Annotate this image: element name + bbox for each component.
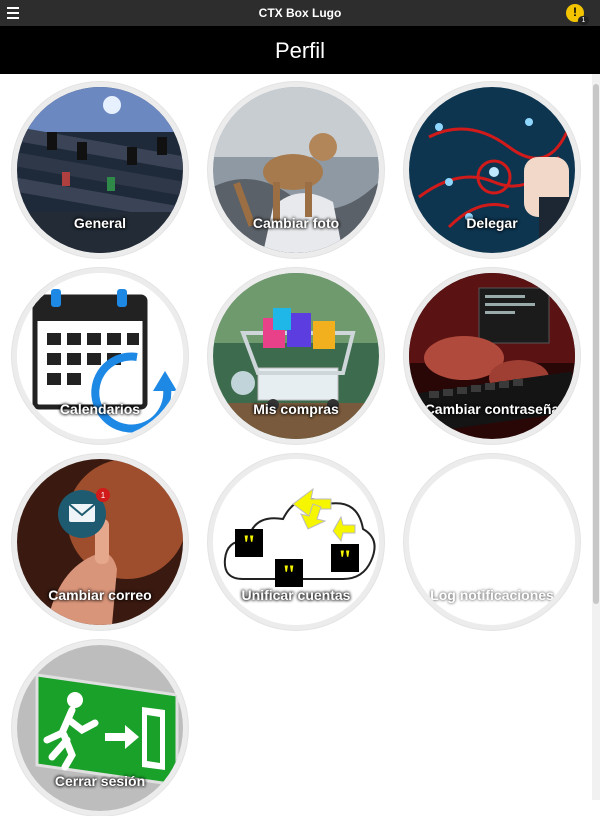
tile-label: Unificar cuentas (241, 587, 351, 603)
svg-text:": " (282, 560, 296, 589)
tile-label: General (73, 215, 127, 231)
alert-count-badge: 1 (578, 16, 589, 25)
tile-label: Calendarios (59, 401, 141, 417)
tile-label: Cambiar correo (48, 587, 152, 603)
page-header: Perfil (0, 26, 600, 74)
alert-icon[interactable]: ! 1 (566, 4, 589, 25)
tile-log-notificaciones[interactable]: Log notificaciones (404, 454, 580, 630)
tile-unificar-cuentas[interactable]: " " " Unificar cuentas (208, 454, 384, 630)
tile-label: Cambiar foto (252, 215, 340, 231)
tile-cambiar-foto[interactable]: Cambiar foto (208, 82, 384, 258)
svg-text:": " (242, 530, 256, 559)
app-title: CTX Box Lugo (258, 6, 342, 20)
tile-general[interactable]: General (12, 82, 188, 258)
page-title: Perfil (274, 38, 326, 63)
scrollbar-thumb[interactable] (593, 84, 599, 604)
top-bar: CTX Box Lugo ! 1 (0, 0, 600, 26)
profile-menu-grid: General Cambiar foto Delegar Calendarios… (0, 74, 592, 816)
tile-cambiar-correo[interactable]: 1 Cambiar correo (12, 454, 188, 630)
tile-label: Cambiar contraseña (424, 401, 560, 417)
tile-label: Delegar (466, 215, 518, 231)
tile-cerrar-sesion[interactable]: Cerrar sesión (12, 640, 188, 816)
svg-text:": " (338, 545, 352, 574)
tile-label: Mis compras (253, 401, 339, 417)
mail-badge-count: 1 (101, 491, 106, 500)
tile-calendarios[interactable]: Calendarios (12, 268, 188, 444)
vertical-scrollbar[interactable] (592, 74, 600, 800)
tile-label: Cerrar sesión (54, 773, 146, 789)
tile-label: Log notificaciones (430, 587, 554, 603)
tile-delegar[interactable]: Delegar (404, 82, 580, 258)
tile-cambiar-contrasena[interactable]: Cambiar contraseña (404, 268, 580, 444)
tile-mis-compras[interactable]: Mis compras (208, 268, 384, 444)
